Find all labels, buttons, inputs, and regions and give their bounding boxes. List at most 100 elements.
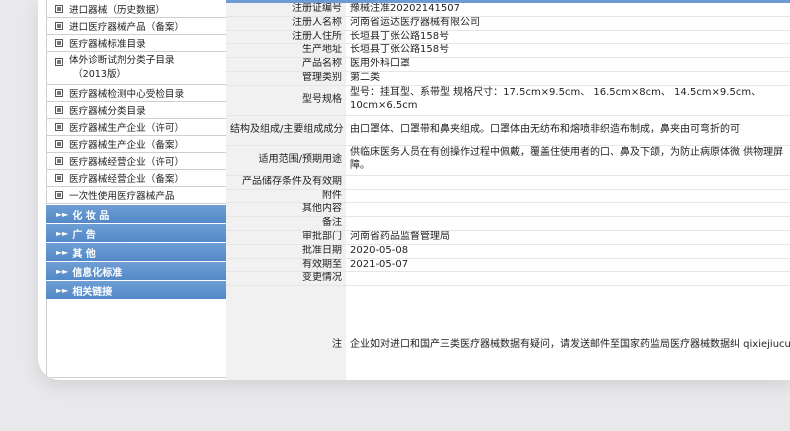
detail-panel: 注册证编号 豫械注准20202141507 注册人名称 河南省运达医疗器械有限公… xyxy=(226,0,790,380)
table-row: 产品名称 医用外科口罩 xyxy=(226,57,790,72)
field-key: 产品名称 xyxy=(226,57,346,72)
table-row: 管理类别 第二类 xyxy=(226,71,790,86)
table-row: 批准日期 2020-05-08 xyxy=(226,244,790,259)
category-related-links[interactable]: ►► 相关链接 xyxy=(46,281,244,299)
field-value xyxy=(346,216,790,231)
category-cosmetics[interactable]: ►► 化 妆 品 xyxy=(46,205,244,223)
content-card: 进口器械（历史数据） 进口医疗器械产品（备案） 医疗器械标准目录 体外诊断试剂分… xyxy=(38,0,790,380)
field-key: 产品储存条件及有效期 xyxy=(226,175,346,190)
field-value: 豫械注准20202141507 xyxy=(346,3,790,17)
category-label: 化 妆 品 xyxy=(72,210,110,222)
table-row: 注册人名称 河南省运达医疗器械有限公司 xyxy=(226,16,790,31)
field-value xyxy=(346,175,790,190)
table-row: 生产地址 长垣县丁张公路158号 xyxy=(226,43,790,59)
table-row: 适用范围/预期用途 供临床医务人员在有创操作过程中佩戴，覆盖住使用者的口、鼻及下… xyxy=(226,145,790,176)
sidebar-item-label: 医疗器械分类目录 xyxy=(69,106,146,117)
field-key: 适用范围/预期用途 xyxy=(226,145,346,176)
sidebar-item-import-history[interactable]: 进口器械（历史数据） xyxy=(46,0,244,18)
category-other[interactable]: ►► 其 他 xyxy=(46,243,244,261)
bullet-icon xyxy=(55,4,63,13)
sidebar: 进口器械（历史数据） 进口医疗器械产品（备案） 医疗器械标准目录 体外诊断试剂分… xyxy=(46,0,244,380)
field-value: 河南省药品监督管理局 xyxy=(346,230,790,245)
bullet-icon xyxy=(55,191,63,199)
sidebar-item-label: 医疗器械检测中心受检目录 xyxy=(69,89,185,100)
bullet-icon xyxy=(55,106,63,114)
field-value xyxy=(346,189,790,204)
sidebar-item-label: 医疗器械生产企业（许可） xyxy=(69,123,185,134)
sidebar-item-label-line2: （2013版） xyxy=(73,69,127,80)
sidebar-item-ivd-catalog[interactable]: 体外诊断试剂分类子目录 （2013版） xyxy=(46,52,244,85)
table-row: 注册人住所 长垣县丁张公路158号 xyxy=(226,30,790,45)
double-arrow-icon: ►► xyxy=(56,266,69,276)
bullet-icon xyxy=(55,174,63,182)
table-row: 附件 xyxy=(226,189,790,204)
double-arrow-icon: ►► xyxy=(56,247,69,257)
table-row: 有效期至 2021-05-07 xyxy=(226,258,790,273)
sidebar-item-label-multiline: 体外诊断试剂分类子目录 （2013版） xyxy=(69,54,175,82)
bullet-icon xyxy=(55,22,63,30)
field-value: 河南省运达医疗器械有限公司 xyxy=(346,16,790,31)
sidebar-item-standards[interactable]: 医疗器械标准目录 xyxy=(46,35,244,52)
field-value: 由口罩体、口罩带和鼻夹组成。口罩体由无纺布和熔喷非织造布制成，鼻夹由可弯折的可 xyxy=(346,115,790,146)
table-row: 其他内容 xyxy=(226,202,790,218)
table-row: 变更情况 xyxy=(226,271,790,287)
field-key: 审批部门 xyxy=(226,230,346,245)
sidebar-item-import-filing[interactable]: 进口医疗器械产品（备案） xyxy=(46,18,244,35)
field-value: 第二类 xyxy=(346,71,790,86)
table-row: 产品储存条件及有效期 xyxy=(226,175,790,190)
sidebar-item-label-line1: 体外诊断试剂分类子目录 xyxy=(69,55,175,66)
bullet-icon xyxy=(55,157,63,165)
table-row: 结构及组成/主要组成成分 由口罩体、口罩带和鼻夹组成。口罩体由无纺布和熔喷非织造… xyxy=(226,115,790,146)
field-key: 有效期至 xyxy=(226,258,346,273)
field-key-remark: 注 xyxy=(226,285,346,380)
bullet-icon xyxy=(55,140,63,148)
field-key: 注册人名称 xyxy=(226,16,346,31)
field-key: 结构及组成/主要组成成分 xyxy=(226,115,346,146)
sidebar-item-production-license[interactable]: 医疗器械生产企业（许可） xyxy=(46,119,244,136)
category-label: 信息化标准 xyxy=(72,267,123,279)
sidebar-item-production-filing[interactable]: 医疗器械生产企业（备案） xyxy=(46,136,244,153)
sidebar-item-label: 医疗器械经营企业（许可） xyxy=(69,157,185,168)
field-key: 注册人住所 xyxy=(226,30,346,45)
category-advertising[interactable]: ►► 广 告 xyxy=(46,224,244,242)
detail-table: 注册证编号 豫械注准20202141507 注册人名称 河南省运达医疗器械有限公… xyxy=(226,3,790,380)
sidebar-item-label: 进口医疗器械产品（备案） xyxy=(69,22,185,33)
field-key: 附件 xyxy=(226,189,346,204)
field-value: 长垣县丁张公路158号 xyxy=(346,30,790,45)
field-key: 注册证编号 xyxy=(226,3,346,17)
sidebar-item-classification[interactable]: 医疗器械分类目录 xyxy=(46,102,244,119)
table-row: 审批部门 河南省药品监督管理局 xyxy=(226,230,790,245)
field-value: 型号：挂耳型、系带型 规格尺寸：17.5cm×9.5cm、 16.5cm×8cm… xyxy=(346,85,790,116)
bullet-icon xyxy=(55,58,63,66)
category-it-standards[interactable]: ►► 信息化标准 xyxy=(46,262,244,280)
sidebar-item-disposable-devices[interactable]: 一次性使用医疗器械产品 xyxy=(46,187,244,204)
field-key: 备注 xyxy=(226,216,346,231)
bullet-icon xyxy=(55,89,63,97)
sidebar-item-label: 一次性使用医疗器械产品 xyxy=(69,191,175,202)
double-arrow-icon: ►► xyxy=(56,285,69,295)
field-value: 供临床医务人员在有创操作过程中佩戴，覆盖住使用者的口、鼻及下颌，为防止病原体微 … xyxy=(346,145,790,176)
table-row-remark: 注 企业如对进口和国产三类医疗器械数据有疑问，请发送邮件至国家药监局医疗器械数据… xyxy=(226,285,790,380)
field-value xyxy=(346,271,790,287)
sidebar-item-label: 医疗器械经营企业（备案） xyxy=(69,174,185,185)
sidebar-item-testing-center[interactable]: 医疗器械检测中心受检目录 xyxy=(46,85,244,102)
sidebar-item-label: 医疗器械标准目录 xyxy=(69,39,146,50)
table-row: 型号规格 型号：挂耳型、系带型 规格尺寸：17.5cm×9.5cm、 16.5c… xyxy=(226,85,790,116)
sidebar-item-distribution-license[interactable]: 医疗器械经营企业（许可） xyxy=(46,153,244,170)
remark-text: 企业如对进口和国产三类医疗器械数据有疑问，请发送邮件至国家药监局医疗器械数据纠 … xyxy=(346,285,790,380)
category-label: 广 告 xyxy=(72,229,96,241)
field-key: 变更情况 xyxy=(226,271,346,287)
table-row: 注册证编号 豫械注准20202141507 xyxy=(226,3,790,17)
double-arrow-icon: ►► xyxy=(56,209,69,219)
field-key: 生产地址 xyxy=(226,43,346,59)
sidebar-list: 进口器械（历史数据） 进口医疗器械产品（备案） 医疗器械标准目录 体外诊断试剂分… xyxy=(46,0,244,204)
table-row: 备注 xyxy=(226,216,790,231)
field-value: 长垣县丁张公路158号 xyxy=(346,43,790,59)
sidebar-item-distribution-filing[interactable]: 医疗器械经营企业（备案） xyxy=(46,170,244,187)
field-value xyxy=(346,202,790,218)
double-arrow-icon: ►► xyxy=(56,228,69,238)
field-value: 2021-05-07 xyxy=(346,258,790,273)
sidebar-item-label: 医疗器械生产企业（备案） xyxy=(69,140,185,151)
field-key: 型号规格 xyxy=(226,85,346,116)
category-label: 其 他 xyxy=(72,248,96,260)
